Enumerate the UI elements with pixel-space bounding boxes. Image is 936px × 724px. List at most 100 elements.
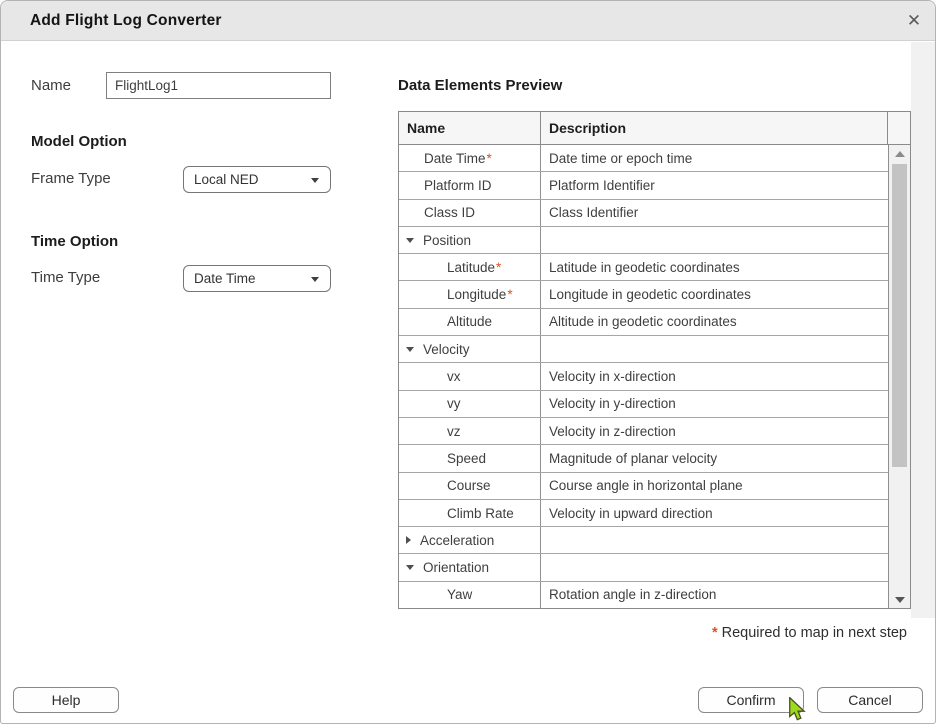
row-description-cell [541,527,889,553]
scrollbar-thumb[interactable] [892,164,907,467]
row-name-cell: vy [399,391,541,417]
row-name-cell: Yaw [399,582,541,608]
name-label: Name [31,77,71,94]
required-marker: * [496,260,501,275]
row-description-cell [541,227,889,253]
row-name-label: vx [447,369,461,384]
row-name-label: Speed [447,451,486,466]
row-name-label: Position [423,233,471,248]
table-row[interactable]: AltitudeAltitude in geodetic coordinates [399,309,889,336]
table-row[interactable]: Velocity [399,336,889,363]
row-name-label: Climb Rate [447,506,514,521]
table-row[interactable]: Position [399,227,889,254]
row-description-cell: Rotation angle in z-direction [541,582,889,608]
row-name-cell: Longitude* [399,281,541,307]
row-name-cell: vz [399,418,541,444]
preview-heading: Data Elements Preview [398,77,562,94]
row-description-cell: Velocity in y-direction [541,391,889,417]
data-elements-table: Name Description Date Time*Date time or … [398,111,911,609]
collapse-icon[interactable] [406,565,414,570]
dialog-titlebar[interactable]: Add Flight Log Converter ✕ [1,1,935,41]
column-header-name[interactable]: Name [399,112,541,144]
table-row[interactable]: Class IDClass Identifier [399,200,889,227]
expand-icon[interactable] [406,536,411,544]
help-button[interactable]: Help [13,687,119,713]
row-description-cell: Velocity in x-direction [541,363,889,389]
row-name-label: Date Time [424,151,486,166]
required-footnote-text: Required to map in next step [722,625,907,641]
row-name-cell: Speed [399,445,541,471]
close-icon: ✕ [907,11,921,31]
row-name-label: Velocity [423,342,470,357]
row-name-cell: Acceleration [399,527,541,553]
row-name-label: Acceleration [420,533,494,548]
required-marker: * [507,287,512,302]
table-row[interactable]: Orientation [399,554,889,581]
row-name-label: Course [447,478,491,493]
time-type-dropdown[interactable]: Date Time [183,265,331,292]
chevron-down-icon [311,277,319,282]
chevron-down-icon [311,178,319,183]
row-name-cell: Platform ID [399,172,541,198]
name-input[interactable] [106,72,331,99]
dialog-title: Add Flight Log Converter [30,12,222,30]
frame-type-dropdown[interactable]: Local NED [183,166,331,193]
row-description-cell: Course angle in horizontal plane [541,473,889,499]
table-row[interactable]: vz Velocity in z-direction [399,418,889,445]
row-name-cell: Orientation [399,554,541,580]
table-row[interactable]: YawRotation angle in z-direction [399,582,889,609]
confirm-button-label: Confirm [726,692,775,708]
row-description-cell: Magnitude of planar velocity [541,445,889,471]
table-row[interactable]: Acceleration [399,527,889,554]
time-option-heading: Time Option [31,233,118,250]
table-row[interactable]: vx Velocity in x-direction [399,363,889,390]
frame-type-label: Frame Type [31,170,111,187]
required-footnote: *Required to map in next step [711,625,907,641]
required-marker: * [487,151,492,166]
row-name-label: Platform ID [424,178,492,193]
row-description-cell [541,336,889,362]
row-name-cell: vx [399,363,541,389]
table-row[interactable]: Date Time*Date time or epoch time [399,145,889,172]
close-button[interactable]: ✕ [901,8,927,34]
frame-type-value: Local NED [194,172,259,187]
row-name-cell: Latitude* [399,254,541,280]
row-name-cell: Position [399,227,541,253]
add-flight-log-converter-dialog: Add Flight Log Converter ✕ Name Model Op… [0,0,936,724]
row-description-cell: Class Identifier [541,200,889,226]
row-name-cell: Class ID [399,200,541,226]
table-row[interactable]: Course Course angle in horizontal plane [399,473,889,500]
collapse-icon[interactable] [406,347,414,352]
row-description-cell: Longitude in geodetic coordinates [541,281,889,307]
table-row[interactable]: Speed Magnitude of planar velocity [399,445,889,472]
row-name-label: vz [447,424,461,439]
collapse-icon[interactable] [406,238,414,243]
table-row[interactable]: Latitude*Latitude in geodetic coordinate… [399,254,889,281]
confirm-button[interactable]: Confirm [698,687,804,713]
row-name-label: Orientation [423,560,489,575]
row-description-cell: Velocity in z-direction [541,418,889,444]
table-body: Date Time*Date time or epoch timePlatfor… [399,145,889,609]
table-row[interactable]: Platform IDPlatform Identifier [399,172,889,199]
cancel-button[interactable]: Cancel [817,687,923,713]
row-name-label: Latitude [447,260,495,275]
scroll-up-button[interactable] [889,145,910,163]
vertical-scrollbar[interactable] [888,145,910,609]
row-description-cell: Date time or epoch time [541,145,889,171]
column-header-scroll-spacer [888,112,910,144]
required-marker: * [712,625,718,641]
cancel-button-label: Cancel [848,692,892,708]
time-type-value: Date Time [194,271,256,286]
row-description-cell: Altitude in geodetic coordinates [541,309,889,335]
scroll-down-button[interactable] [889,591,910,609]
right-gutter [911,42,936,618]
row-name-label: Longitude [447,287,506,302]
column-header-description[interactable]: Description [541,112,888,144]
scroll-down-icon [895,597,905,603]
table-row[interactable]: Longitude*Longitude in geodetic coordina… [399,281,889,308]
table-row[interactable]: vyVelocity in y-direction [399,391,889,418]
table-row[interactable]: Climb RateVelocity in upward direction [399,500,889,527]
model-option-heading: Model Option [31,133,127,150]
row-name-cell: Date Time* [399,145,541,171]
row-description-cell: Latitude in geodetic coordinates [541,254,889,280]
